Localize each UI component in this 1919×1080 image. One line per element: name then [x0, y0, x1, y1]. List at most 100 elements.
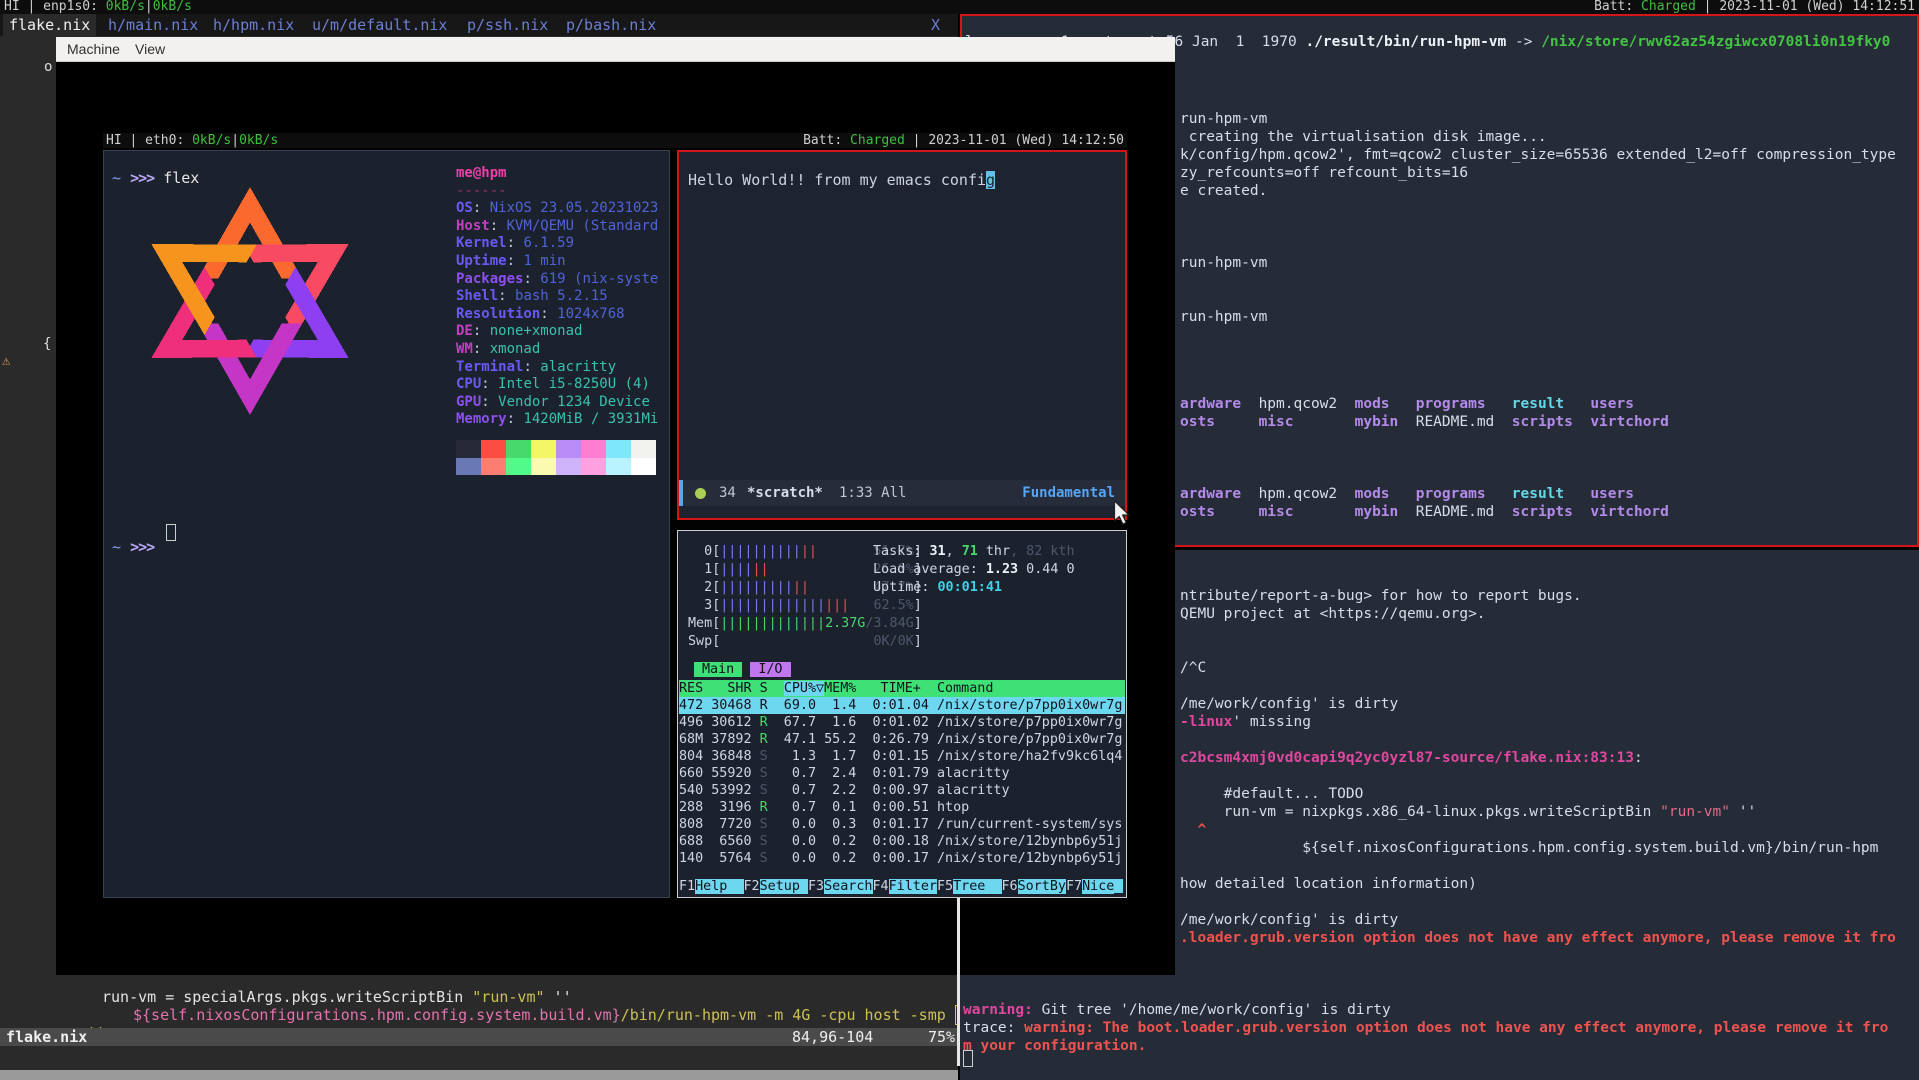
tab-main-nix[interactable]: h/main.nix: [108, 14, 198, 36]
terminal-line: /me/work/config' is dirty: [1180, 911, 1398, 929]
tab-flake-nix[interactable]: flake.nix: [3, 14, 96, 36]
terminal-line: ${self.nixosConfigurations.hpm.config.sy…: [1180, 839, 1878, 857]
table-row[interactable]: 288 3196 R 0.7 0.1 0:00.51 htop: [679, 799, 969, 816]
vm-screen[interactable]: HI | eth0: 0kB/s|0kB/s Batt: Charged | 2…: [103, 133, 1127, 901]
terminal-line: how detailed location information): [1180, 875, 1477, 893]
bottom-strip: [0, 1070, 958, 1080]
palette-swatch: [631, 440, 656, 458]
palette-swatch: [506, 440, 531, 458]
warning-line: m your configuration.: [963, 1037, 1146, 1055]
table-row[interactable]: 496 30612 R 67.7 1.6 0:01.02 /nix/store/…: [679, 714, 1122, 731]
table-row[interactable]: 68M 37892 R 47.1 55.2 0:26.79 /nix/store…: [679, 731, 1122, 748]
ls-listing-row: ardware hpm.qcow2 mods programs result u…: [1180, 485, 1634, 503]
ls-listing-row: osts misc mybin README.md scripts virtch…: [1180, 413, 1669, 431]
table-row[interactable]: 808 7720 S 0.0 0.3 0:01.17 /run/current-…: [679, 816, 1122, 833]
modeline-status-dot: [695, 488, 706, 499]
warning-triangle-icon: ⚠: [2, 353, 10, 369]
desktop: HI | enp1s0: 0kB/s|0kB/s Batt: Charged |…: [0, 0, 1919, 1080]
flake-error-location: c2bcsm4xmj0vd0capi9q2yc0yzl87-source/fla…: [1180, 749, 1643, 767]
htop-table-header[interactable]: RES SHR S CPU%▽MEM% TIME+ Command: [679, 680, 1125, 697]
emacs-buffer-text: Hello World!! from my emacs config: [688, 171, 995, 189]
tab-hpm-nix[interactable]: h/hpm.nix: [213, 14, 294, 36]
host-net-status: HI | enp1s0: 0kB/s|0kB/s: [4, 0, 192, 14]
code-line-1: run-vm = specialArgs.pkgs.writeScriptBin…: [102, 989, 572, 1006]
emacs-window[interactable]: Hello World!! from my emacs config 34 *s…: [677, 150, 1127, 520]
tab-bash-nix[interactable]: p/bash.nix: [566, 14, 656, 36]
fkey-nice[interactable]: F7Nice: [1066, 879, 1114, 894]
table-row[interactable]: 804 36848 S 1.3 1.7 0:01.15 /nix/store/h…: [679, 748, 1122, 765]
tabline-close-icon[interactable]: X: [931, 14, 940, 36]
code-line-2: ${self.nixosConfigurations.hpm.config.sy…: [133, 1007, 968, 1024]
terminal-color-palette: [456, 440, 656, 475]
htop-tasks-summary: Tasks: 31, 71 thr, 82 kth Load average: …: [873, 543, 1075, 597]
table-row[interactable]: 688 6560 S 0.0 0.2 0:00.18 /nix/store/12…: [679, 833, 1122, 850]
palette-swatch: [456, 458, 481, 476]
palette-swatch: [556, 440, 581, 458]
fkey-help[interactable]: F1Help: [679, 879, 744, 894]
fkey-search[interactable]: F3Search: [808, 879, 873, 894]
palette-swatch: [631, 458, 656, 476]
palette-swatch: [606, 458, 631, 476]
terminal-line: e created.: [1180, 182, 1267, 200]
statusline-percent: 75%: [928, 1028, 955, 1046]
modeline-position: 1:33 All: [839, 480, 906, 506]
htop-window[interactable]: 0[|||||||||||| 51.7%] 1[|||||| 26.0%] 2[…: [677, 530, 1127, 898]
htop-tab-main[interactable]: Main: [694, 662, 742, 677]
terminal-line: -linux' missing: [1180, 713, 1311, 731]
fkey-sortby[interactable]: F6SortBy: [1002, 879, 1067, 894]
htop-tab-bar: Main I/O: [694, 661, 791, 679]
table-row-selected[interactable]: 472 30468 R 69.0 1.4 0:01.04 /nix/store/…: [679, 697, 1125, 714]
vm-status-bar: HI | eth0: 0kB/s|0kB/s Batt: Charged | 2…: [103, 133, 1127, 148]
window-divider: [957, 898, 960, 1066]
terminal-line: /^C: [1180, 659, 1206, 677]
htop-tab-io[interactable]: I/O: [750, 662, 790, 677]
qemu-vm-window[interactable]: Machine View HI | eth0: 0kB/s|0kB/s Batt…: [56, 37, 1175, 975]
modeline-line-number: 34: [719, 480, 736, 506]
modeline-accent-bar: [679, 480, 683, 506]
terminal-line: run-hpm-vm: [1180, 308, 1267, 326]
fkey-setup[interactable]: F2Setup: [744, 879, 809, 894]
ls-listing-row: osts misc mybin README.md scripts virtch…: [1180, 503, 1669, 521]
statusline-ruler: 84,96-104: [792, 1028, 873, 1046]
terminal-line: run-hpm-vm: [1180, 254, 1267, 272]
palette-swatch: [506, 458, 531, 476]
tab-ssh-nix[interactable]: p/ssh.nix: [467, 14, 548, 36]
fkey-tree[interactable]: F5Tree: [937, 879, 1002, 894]
warning-line: .loader.grub.version option does not hav…: [1180, 929, 1896, 947]
qemu-menubar: Machine View: [56, 37, 1175, 62]
tab-default-nix[interactable]: u/m/default.nix: [312, 14, 447, 36]
table-row[interactable]: 660 55920 S 0.7 2.4 0:01.79 alacritty: [679, 765, 1010, 782]
warning-line: warning: Git tree '/home/me/work/config'…: [963, 1001, 1391, 1019]
htop-function-keys: F1Help F2Setup F3SearchF4FilterF5Tree F6…: [679, 878, 1123, 895]
error-caret: ^: [1180, 821, 1206, 839]
palette-swatch: [456, 440, 481, 458]
host-battery-clock: Batt: Charged | 2023-11-01 (Wed) 14:12:5…: [1594, 0, 1915, 14]
table-row[interactable]: 540 53992 S 0.7 2.2 0:00.97 alacritty: [679, 782, 1010, 799]
vm-terminal-window[interactable]: ~ >>> flex me@hpm ------ OS: NixOS 23.05…: [103, 150, 670, 898]
menu-view[interactable]: View: [135, 37, 165, 61]
emacs-modeline: 34 *scratch* 1:33 All Fundamental: [679, 480, 1125, 506]
menu-machine[interactable]: Machine: [67, 37, 120, 61]
fkey-filter[interactable]: F4Filter: [873, 879, 938, 894]
vim-tabline: flake.nix h/main.nix h/hpm.nix u/m/defau…: [0, 14, 958, 36]
editor-margin-char: o: [44, 59, 52, 75]
nixos-logo: [114, 175, 386, 427]
trace-warning-line: trace: warning: The boot.loader.grub.ver…: [963, 1019, 1888, 1037]
palette-swatch: [531, 458, 556, 476]
terminal-line: zy_refcounts=off refcount_bits=16: [1180, 164, 1468, 182]
mouse-pointer-icon: [1113, 501, 1131, 525]
vm-battery-clock: Batt: Charged | 2023-11-01 (Wed) 14:12:5…: [803, 133, 1124, 148]
terminal-line: /me/work/config' is dirty: [1180, 695, 1398, 713]
terminal-line: ntribute/report-a-bug> for how to report…: [1180, 587, 1582, 605]
ls-listing-row: ardware hpm.qcow2 mods programs result u…: [1180, 395, 1634, 413]
terminal-line: creating the virtualisation disk image..…: [1180, 128, 1547, 146]
modeline-buffer-name: *scratch*: [747, 480, 823, 506]
htop-cursor: [1114, 879, 1123, 893]
palette-swatch: [531, 440, 556, 458]
table-row[interactable]: 140 5764 S 0.0 0.2 0:00.17 /nix/store/12…: [679, 850, 1122, 867]
vim-statusline: flake.nix 84,96-104 75%: [0, 1028, 958, 1046]
palette-swatch: [606, 440, 631, 458]
palette-swatch: [481, 458, 506, 476]
palette-swatch: [581, 458, 606, 476]
terminal-line: QEMU project at <https://qemu.org>.: [1180, 605, 1486, 623]
